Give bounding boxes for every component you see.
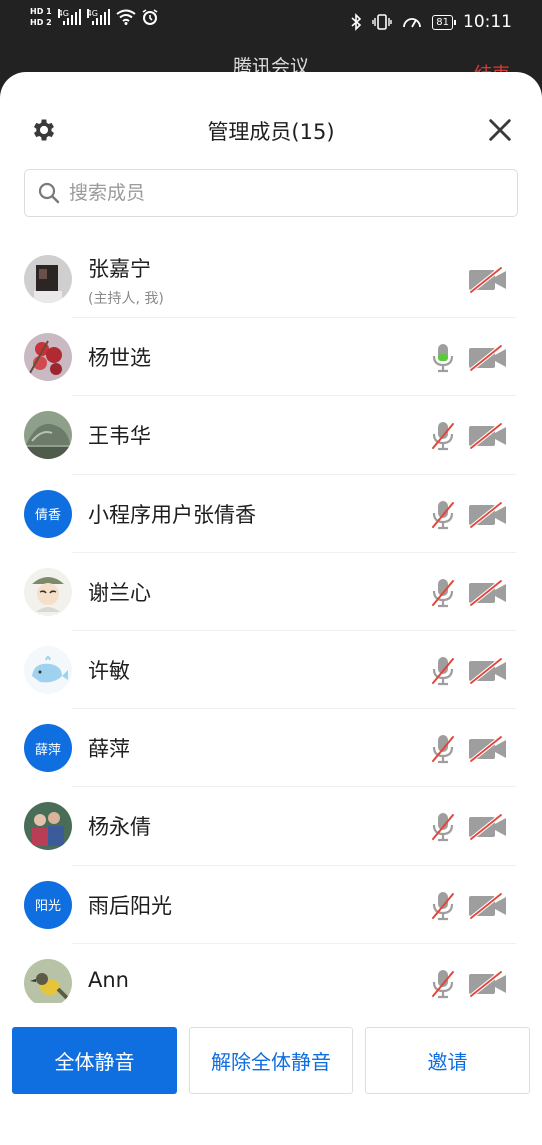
avatar — [24, 645, 72, 694]
hd-top-label: HD 1 — [30, 7, 52, 16]
manage-members-sheet: 管理成员(15) 张嘉宁(主持人, 我)杨世选王韦华倩香小程序用户张倩香谢兰心许… — [0, 72, 542, 1145]
camera-off-icon[interactable] — [468, 657, 508, 685]
network-type-2: 4G — [86, 9, 98, 18]
member-row[interactable]: 杨永倩 — [0, 787, 542, 866]
camera-off-icon[interactable] — [468, 344, 508, 372]
avatar-text: 阳光 — [24, 880, 72, 929]
status-bar-right: 81 10:11 — [350, 12, 512, 32]
wifi-icon — [116, 9, 136, 25]
speed-icon — [403, 18, 422, 28]
member-row[interactable]: 倩香 小程序用户张倩香 — [0, 475, 542, 553]
mic-muted-icon[interactable] — [430, 499, 456, 531]
mic-muted-icon[interactable] — [430, 420, 456, 452]
member-name: 杨永倩 — [88, 815, 151, 840]
member-row[interactable]: 张嘉宁 (主持人, 我) — [0, 240, 542, 319]
alarm-icon — [142, 9, 158, 25]
signal-icon: 4G — [57, 9, 81, 25]
camera-off-icon[interactable] — [468, 501, 508, 529]
close-icon[interactable] — [486, 116, 514, 144]
camera-off-icon[interactable] — [468, 735, 508, 763]
avatar-text: 倩香 — [24, 489, 72, 538]
avatar — [24, 333, 72, 382]
unmute-all-button[interactable]: 解除全体静音 — [189, 1027, 353, 1094]
member-name: 许敏 — [88, 658, 130, 683]
camera-off-icon[interactable] — [468, 970, 508, 998]
avatar — [24, 411, 72, 460]
member-row[interactable]: 许敏 — [0, 631, 542, 710]
bluetooth-icon — [351, 13, 362, 31]
search-input[interactable] — [69, 182, 489, 204]
microphone-icon[interactable] — [430, 342, 456, 374]
network-type-1: 4G — [57, 9, 69, 18]
member-name: Ann — [88, 967, 129, 992]
member-name: 薛萍 — [88, 737, 130, 762]
hd-bottom-label: HD 2 — [30, 18, 52, 27]
member-name: 谢兰心 — [88, 580, 151, 605]
sheet-title: 管理成员(15) — [207, 120, 335, 144]
member-list: 张嘉宁 (主持人, 我) 杨世选 王韦华 倩香 小程序用户张倩香 谢兰心 许敏 薛萍 薛萍 杨永倩阳… — [0, 240, 542, 1003]
member-name: 雨后阳光 — [88, 893, 172, 918]
mic-muted-icon[interactable] — [430, 811, 456, 843]
avatar — [24, 567, 72, 616]
signal-icon-2: 4G — [86, 9, 110, 25]
camera-off-icon[interactable] — [468, 891, 508, 920]
member-role: (主持人, 我) — [88, 291, 164, 307]
mute-all-button[interactable]: 全体静音 — [12, 1027, 177, 1094]
member-row[interactable]: 王韦华 — [0, 396, 542, 475]
camera-off-icon[interactable] — [468, 813, 508, 841]
camera-off-icon[interactable] — [468, 579, 508, 607]
action-bar: 全体静音 解除全体静音 邀请 — [0, 1027, 542, 1095]
mic-muted-icon[interactable] — [430, 655, 456, 687]
status-bar-left: HD 1 HD 2 4G 4G — [30, 6, 158, 28]
mic-muted-icon[interactable] — [430, 890, 456, 922]
mic-muted-icon[interactable] — [430, 733, 456, 765]
avatar-text: 薛萍 — [24, 724, 72, 773]
member-name: 杨世选 — [88, 346, 151, 371]
member-row[interactable]: 谢兰心 — [0, 553, 542, 632]
camera-off-icon[interactable] — [468, 422, 508, 450]
mic-muted-icon[interactable] — [430, 577, 456, 609]
member-row[interactable]: Ann — [0, 944, 542, 1003]
member-name: 王韦华 — [88, 424, 151, 449]
member-name: 小程序用户张倩香 — [88, 502, 256, 527]
battery-icon: 81 — [432, 14, 456, 30]
invite-button[interactable]: 邀请 — [365, 1027, 530, 1094]
avatar — [24, 802, 72, 851]
member-row[interactable]: 薛萍 薛萍 — [0, 709, 542, 788]
clock: 10:11 — [463, 12, 512, 32]
avatar — [24, 958, 72, 1003]
search-icon — [38, 182, 60, 204]
hd-indicator: HD 1 HD 2 — [30, 6, 52, 28]
vibrate-icon — [372, 14, 392, 30]
avatar — [24, 255, 72, 303]
member-name: 张嘉宁 — [88, 257, 151, 281]
mic-muted-icon[interactable] — [430, 968, 456, 1000]
camera-off-icon[interactable] — [468, 266, 508, 294]
member-row[interactable]: 阳光 雨后阳光 — [0, 866, 542, 944]
status-bar: HD 1 HD 2 4G 4G 81 10:11 — [0, 0, 542, 46]
member-row[interactable]: 杨世选 — [0, 318, 542, 397]
member-search-box[interactable] — [24, 169, 518, 217]
